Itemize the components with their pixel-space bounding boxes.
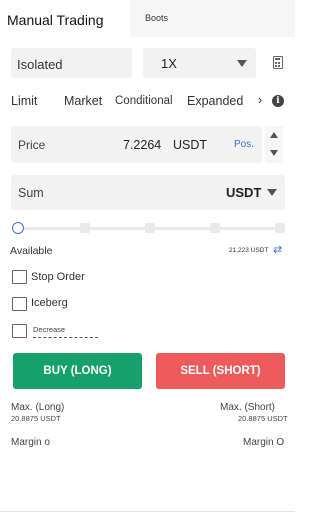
slider-stop-100[interactable]	[275, 223, 285, 233]
stop-order-label: Stop Order	[31, 271, 85, 283]
max-short-label: Max. (Short)	[220, 402, 276, 413]
sum-label: Sum	[18, 186, 44, 200]
max-long-value: 20.8875 USDT	[11, 414, 61, 423]
divider	[0, 511, 295, 512]
margin-mode-select[interactable]: Isolated	[11, 48, 132, 78]
order-type-conditional[interactable]: Conditional	[115, 95, 173, 107]
sum-input[interactable]: Sum USDT	[11, 175, 285, 210]
margin-long-label: Margin o	[11, 437, 50, 448]
price-stepper[interactable]	[265, 126, 283, 163]
price-value[interactable]: 7.2264	[123, 138, 161, 152]
price-unit: USDT	[173, 138, 208, 152]
chevron-right-icon[interactable]: ›	[258, 92, 262, 107]
price-input[interactable]: Price 7.2264 USDT Pos.	[11, 126, 262, 163]
price-label: Price	[18, 138, 46, 152]
slider-stop-75[interactable]	[210, 223, 220, 233]
max-short-value: 20.8875 USDT	[238, 414, 288, 423]
info-icon[interactable]: i	[272, 95, 284, 107]
arrow-down-icon[interactable]	[270, 150, 278, 156]
available-label: Available	[10, 245, 53, 257]
order-type-limit[interactable]: Limit	[11, 94, 37, 108]
available-value: 21,223 USDT	[229, 247, 269, 254]
margin-short-label: Margin O	[243, 437, 285, 448]
order-type-expanded[interactable]: Expanded	[187, 94, 243, 108]
tab-bots[interactable]: Boots	[130, 0, 295, 37]
leverage-value: 1X	[161, 56, 177, 71]
tab-manual-trading[interactable]: Manual Trading	[0, 0, 130, 37]
order-type-market[interactable]: Market	[64, 94, 102, 108]
sum-unit-select[interactable]: USDT	[226, 185, 261, 200]
slider-stop-50[interactable]	[145, 223, 155, 233]
calculator-icon[interactable]	[273, 56, 283, 69]
max-long-label: Max. (Long)	[11, 402, 65, 413]
buy-long-button[interactable]: BUY (LONG)	[13, 353, 142, 389]
slider-stop-25[interactable]	[80, 223, 90, 233]
slider-handle[interactable]	[12, 222, 24, 234]
swap-icon[interactable]: ⇄	[273, 243, 282, 256]
sell-short-button[interactable]: SELL (SHORT)	[156, 353, 285, 389]
stop-order-checkbox[interactable]	[12, 270, 27, 284]
caret-down-icon	[237, 60, 247, 67]
decrease-checkbox[interactable]	[12, 324, 27, 338]
decrease-label: Decrease	[33, 325, 98, 338]
pos-button[interactable]: Pos.	[234, 139, 254, 150]
iceberg-label: Iceberg	[31, 297, 68, 309]
arrow-up-icon[interactable]	[270, 132, 278, 138]
leverage-select[interactable]: 1X	[143, 48, 256, 78]
trading-panel: Manual Trading Boots Isolated 1X Limit M…	[0, 0, 295, 515]
caret-down-icon[interactable]	[267, 189, 277, 196]
iceberg-checkbox[interactable]	[12, 297, 27, 311]
